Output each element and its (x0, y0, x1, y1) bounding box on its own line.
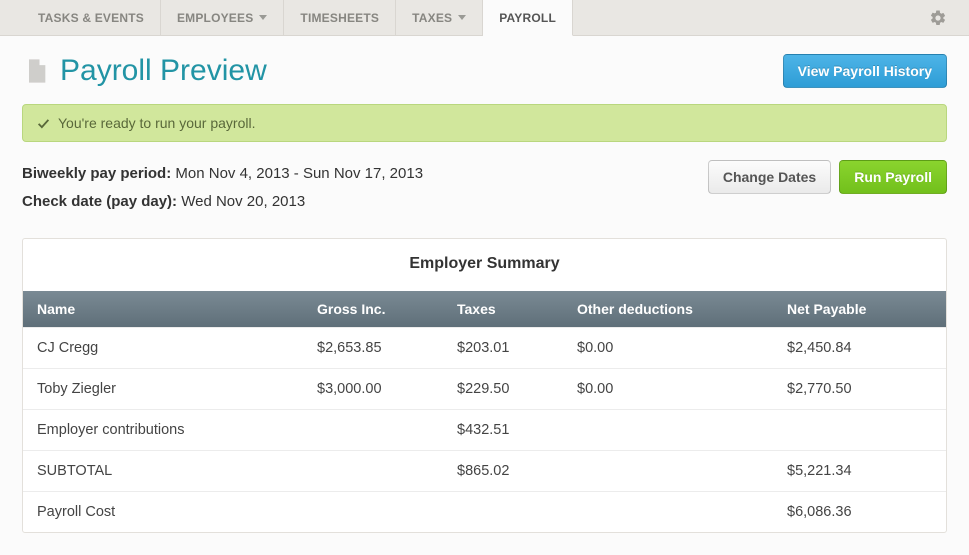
summary-table: Name Gross Inc. Taxes Other deductions N… (23, 291, 946, 532)
cell-gross (303, 451, 443, 492)
cell-gross (303, 492, 443, 533)
cell-name: CJ Cregg (23, 328, 303, 369)
table-row: Employer contributions $432.51 (23, 410, 946, 451)
employer-summary-panel: Employer Summary Name Gross Inc. Taxes O… (22, 238, 947, 533)
pay-period-range: Mon Nov 4, 2013 - Sun Nov 17, 2013 (175, 165, 423, 182)
gear-icon[interactable] (929, 9, 947, 27)
cell-other (563, 451, 773, 492)
run-payroll-button[interactable]: Run Payroll (839, 160, 947, 194)
col-header-net: Net Payable (773, 291, 946, 328)
cell-gross (303, 410, 443, 451)
cell-other: $0.00 (563, 369, 773, 410)
period-text: Biweekly pay period: Mon Nov 4, 2013 - S… (22, 160, 423, 216)
col-header-gross: Gross Inc. (303, 291, 443, 328)
chevron-down-icon (259, 15, 267, 20)
check-date-value: Wed Nov 20, 2013 (181, 193, 305, 210)
cell-name: SUBTOTAL (23, 451, 303, 492)
col-header-name: Name (23, 291, 303, 328)
table-row: CJ Cregg $2,653.85 $203.01 $0.00 $2,450.… (23, 328, 946, 369)
cell-taxes: $432.51 (443, 410, 563, 451)
pay-period-label: Biweekly pay period: (22, 165, 171, 182)
tab-payroll[interactable]: PAYROLL (483, 0, 573, 36)
cell-other (563, 492, 773, 533)
cell-other: $0.00 (563, 328, 773, 369)
page-title: Payroll Preview (60, 54, 267, 88)
tab-timesheets[interactable]: TIMESHEETS (284, 0, 396, 35)
tab-label: TIMESHEETS (300, 11, 379, 25)
cell-net: $6,086.36 (773, 492, 946, 533)
chevron-down-icon (458, 15, 466, 20)
col-header-other: Other deductions (563, 291, 773, 328)
table-row: Toby Ziegler $3,000.00 $229.50 $0.00 $2,… (23, 369, 946, 410)
check-icon (37, 117, 50, 130)
cell-gross: $2,653.85 (303, 328, 443, 369)
tab-label: PAYROLL (499, 11, 556, 25)
cell-net: $5,221.34 (773, 451, 946, 492)
cell-name: Toby Ziegler (23, 369, 303, 410)
tab-label: EMPLOYEES (177, 11, 253, 25)
cell-net: $2,770.50 (773, 369, 946, 410)
panel-title: Employer Summary (23, 239, 946, 291)
view-payroll-history-button[interactable]: View Payroll History (783, 54, 947, 88)
period-row: Biweekly pay period: Mon Nov 4, 2013 - S… (22, 160, 947, 216)
content-area: Payroll Preview View Payroll History You… (0, 36, 969, 555)
col-header-taxes: Taxes (443, 291, 563, 328)
cell-taxes (443, 492, 563, 533)
cell-gross: $3,000.00 (303, 369, 443, 410)
tab-taxes[interactable]: TAXES (396, 0, 483, 35)
table-row: Payroll Cost $6,086.36 (23, 492, 946, 533)
tab-label: TASKS & EVENTS (38, 11, 144, 25)
cell-name: Employer contributions (23, 410, 303, 451)
cell-net: $2,450.84 (773, 328, 946, 369)
success-alert: You're ready to run your payroll. (22, 104, 947, 142)
cell-taxes: $203.01 (443, 328, 563, 369)
title-row: Payroll Preview View Payroll History (22, 54, 947, 88)
tab-tasks-events[interactable]: TASKS & EVENTS (22, 0, 161, 35)
document-icon (22, 57, 50, 85)
tab-bar: TASKS & EVENTS EMPLOYEES TIMESHEETS TAXE… (0, 0, 969, 36)
change-dates-button[interactable]: Change Dates (708, 160, 831, 194)
check-date-label: Check date (pay day): (22, 193, 177, 210)
cell-taxes: $865.02 (443, 451, 563, 492)
alert-message: You're ready to run your payroll. (58, 115, 256, 131)
table-row: SUBTOTAL $865.02 $5,221.34 (23, 451, 946, 492)
cell-other (563, 410, 773, 451)
cell-taxes: $229.50 (443, 369, 563, 410)
tab-employees[interactable]: EMPLOYEES (161, 0, 284, 35)
tab-label: TAXES (412, 11, 452, 25)
cell-net (773, 410, 946, 451)
cell-name: Payroll Cost (23, 492, 303, 533)
